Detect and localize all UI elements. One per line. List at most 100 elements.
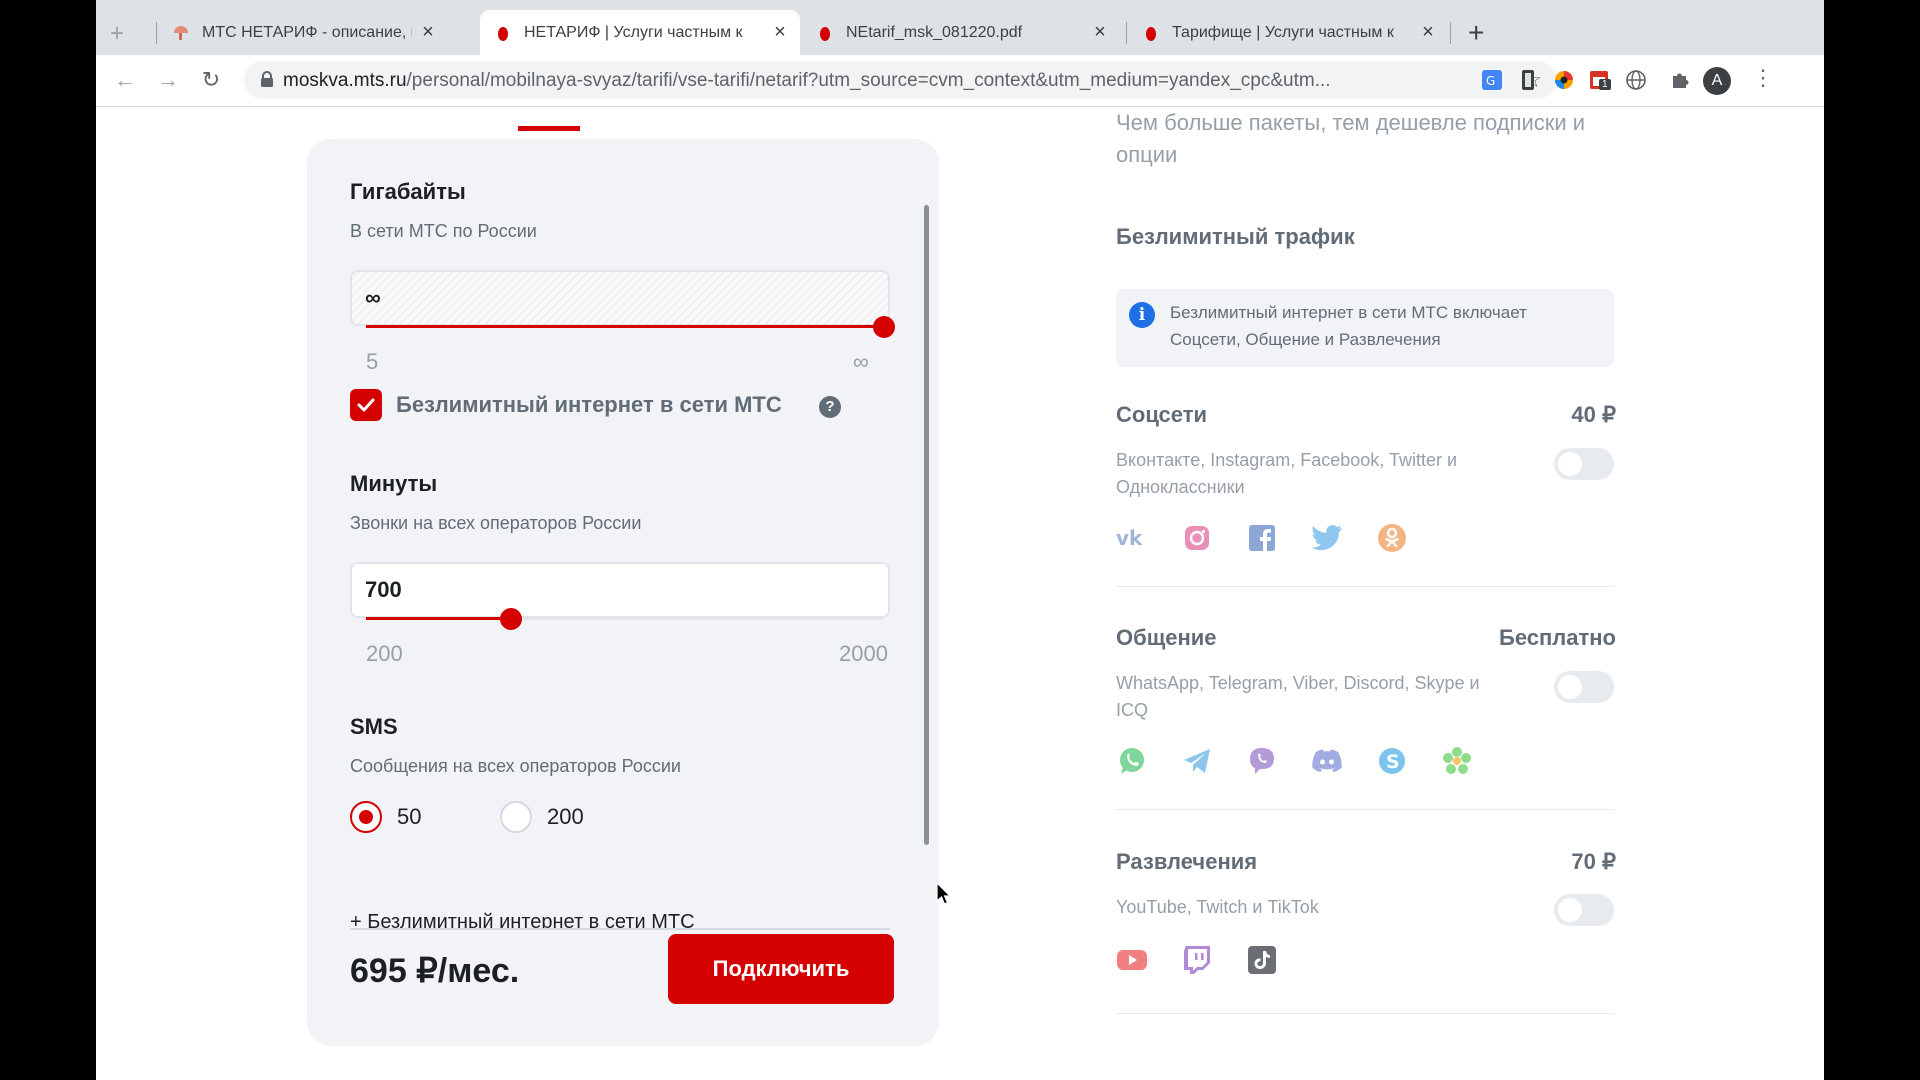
- instagram-icon: [1181, 522, 1213, 554]
- forward-arrow-icon[interactable]: →: [155, 67, 181, 93]
- info-icon: i: [1129, 302, 1155, 328]
- calendar-extension-icon[interactable]: 1: [1589, 69, 1611, 91]
- sms-option-50-radio[interactable]: [350, 801, 382, 833]
- constructor-scroll-area[interactable]: Гигабайты В сети МТС по России ∞ 5 ∞ Без…: [307, 139, 939, 929]
- address-bar[interactable]: moskva.mts.ru/personal/mobilnaya-svyaz/t…: [244, 61, 1556, 99]
- tab-separator: [1450, 22, 1451, 44]
- vk-icon: vk: [1116, 522, 1148, 554]
- connect-button[interactable]: Подключить: [668, 934, 894, 1004]
- tab-title: Тарифище | Услуги частным к: [1172, 23, 1394, 41]
- mts-egg-favicon-icon: [498, 26, 508, 41]
- whatsapp-icon: [1116, 745, 1148, 777]
- sms-option-200-label[interactable]: 200: [547, 804, 584, 830]
- total-price: 695 ₽/мес.: [350, 952, 520, 990]
- reload-icon[interactable]: ↻: [198, 67, 224, 93]
- new-tab-ghost-icon[interactable]: +: [110, 20, 124, 48]
- messaging-option-desc: WhatsApp, Telegram, Viber, Discord, Skyp…: [1116, 673, 1480, 720]
- sms-title: SMS: [350, 714, 398, 739]
- minutes-slider-thumb[interactable]: [500, 608, 523, 630]
- messaging-option-price: Бесплатно: [1499, 625, 1616, 650]
- minutes-subtitle: Звонки на всех операторов России: [350, 513, 642, 533]
- extension-badge: 1: [1599, 79, 1611, 90]
- messaging-option-name: Общение: [1116, 625, 1217, 650]
- tab-netarif-active[interactable]: НЕТАРИФ | Услуги частным к ×: [480, 10, 800, 55]
- discord-icon: [1311, 745, 1343, 777]
- film-extension-icon[interactable]: [1517, 69, 1539, 91]
- browser-window: + МТС НЕТАРИФ - описание, ка × НЕТАРИФ |…: [96, 0, 1824, 1080]
- gigabytes-subtitle: В сети МТС по России: [350, 221, 537, 241]
- lock-icon[interactable]: [260, 71, 274, 88]
- gigabytes-value: ∞: [365, 285, 381, 310]
- back-arrow-icon[interactable]: ←: [112, 67, 138, 93]
- tab-netarif-pdf[interactable]: NEtarif_msk_081220.pdf ×: [802, 10, 1120, 55]
- new-tab-button[interactable]: +: [1468, 17, 1484, 49]
- info-text: Безлимитный интернет в сети МТС включает…: [1170, 303, 1527, 349]
- twitter-icon: [1311, 522, 1343, 554]
- google-translate-icon[interactable]: G: [1481, 69, 1503, 91]
- entertainment-option-desc: YouTube, Twitch и TikTok: [1116, 897, 1319, 917]
- messaging-toggle[interactable]: [1554, 671, 1614, 703]
- constructor-scrollbar[interactable]: [924, 205, 929, 845]
- viber-icon: [1246, 745, 1278, 777]
- mouse-cursor-icon: [936, 882, 952, 905]
- browser-toolbar: ← → ↻ moskva.mts.ru/personal/mobilnaya-s…: [96, 55, 1824, 107]
- tiktok-icon: [1246, 944, 1278, 976]
- option-divider: [1116, 809, 1614, 810]
- extensions-puzzle-icon[interactable]: [1669, 69, 1691, 91]
- gigabytes-title: Гигабайты: [350, 179, 466, 204]
- checkmark-icon: [357, 398, 375, 412]
- browser-menu-icon[interactable]: ⋮: [1752, 65, 1774, 91]
- facebook-icon: [1246, 522, 1278, 554]
- minutes-slider-fill: [366, 617, 512, 620]
- option-divider: [1116, 1013, 1614, 1014]
- option-divider: [1116, 586, 1614, 587]
- social-toggle[interactable]: [1554, 448, 1614, 480]
- color-wheel-extension-icon[interactable]: [1553, 69, 1575, 91]
- svg-text:vk: vk: [1116, 528, 1143, 548]
- packages-intro-text: Чем больше пакеты, тем дешевле подписки …: [1116, 110, 1586, 167]
- gigabytes-value-field[interactable]: ∞: [350, 270, 890, 326]
- url-host: moskva.mts.ru: [283, 70, 407, 91]
- tab-title: НЕТАРИФ | Услуги частным к: [524, 23, 743, 41]
- minutes-title: Минуты: [350, 471, 438, 496]
- tab-strip: + МТС НЕТАРИФ - описание, ка × НЕТАРИФ |…: [96, 0, 1824, 55]
- gigabytes-slider-thumb[interactable]: [873, 316, 895, 338]
- sms-option-50-label[interactable]: 50: [397, 804, 421, 830]
- sms-subtitle: Сообщения на всех операторов России: [350, 756, 681, 776]
- close-tab-icon[interactable]: ×: [770, 21, 790, 44]
- tariff-constructor-card: Гигабайты В сети МТС по России ∞ 5 ∞ Без…: [307, 139, 939, 1046]
- sms-option-200-radio[interactable]: [500, 801, 532, 833]
- odnoklassniki-icon: [1376, 522, 1408, 554]
- info-box: i Безлимитный интернет в сети МТС включа…: [1116, 289, 1614, 367]
- unlimited-internet-label[interactable]: Безлимитный интернет в сети МТС: [396, 392, 782, 418]
- tab-title: NEtarif_msk_081220.pdf: [846, 23, 1023, 41]
- globe-extension-icon[interactable]: [1625, 69, 1647, 91]
- youtube-icon: [1116, 944, 1148, 976]
- minutes-value-field[interactable]: 700: [350, 562, 890, 618]
- unlimited-internet-checkbox[interactable]: [350, 389, 382, 421]
- tab-separator: [156, 22, 157, 44]
- active-tab-indicator: [518, 126, 580, 131]
- minutes-value: 700: [365, 577, 402, 602]
- close-tab-icon[interactable]: ×: [418, 21, 438, 44]
- tab-tarifishche[interactable]: Тарифище | Услуги частным к ×: [1128, 10, 1448, 55]
- entertainment-option-name: Развлечения: [1116, 849, 1258, 874]
- telegram-icon: [1181, 745, 1213, 777]
- social-option-desc: Вконтакте, Instagram, Facebook, Twitter …: [1116, 450, 1458, 497]
- twitch-icon: [1181, 944, 1213, 976]
- tab-title: МТС НЕТАРИФ - описание, ка: [202, 23, 412, 41]
- social-option-price: 40 ₽: [1571, 402, 1616, 427]
- tab-separator: [1126, 22, 1127, 44]
- mts-egg-favicon-icon: [820, 26, 830, 41]
- icq-icon: [1441, 745, 1473, 777]
- close-tab-icon[interactable]: ×: [1418, 21, 1438, 44]
- help-question-icon[interactable]: ?: [819, 396, 841, 418]
- mts-egg-favicon-icon: [1146, 26, 1156, 41]
- entertainment-toggle[interactable]: [1554, 894, 1614, 926]
- url-text: moskva.mts.ru/personal/mobilnaya-svyaz/t…: [283, 70, 1331, 92]
- svg-text:S: S: [1386, 751, 1400, 773]
- profile-avatar[interactable]: A: [1703, 67, 1731, 95]
- minutes-min-label: 200: [366, 641, 403, 666]
- close-tab-icon[interactable]: ×: [1090, 21, 1110, 44]
- tab-mts-netarif-description[interactable]: МТС НЕТАРИФ - описание, ка ×: [158, 10, 448, 55]
